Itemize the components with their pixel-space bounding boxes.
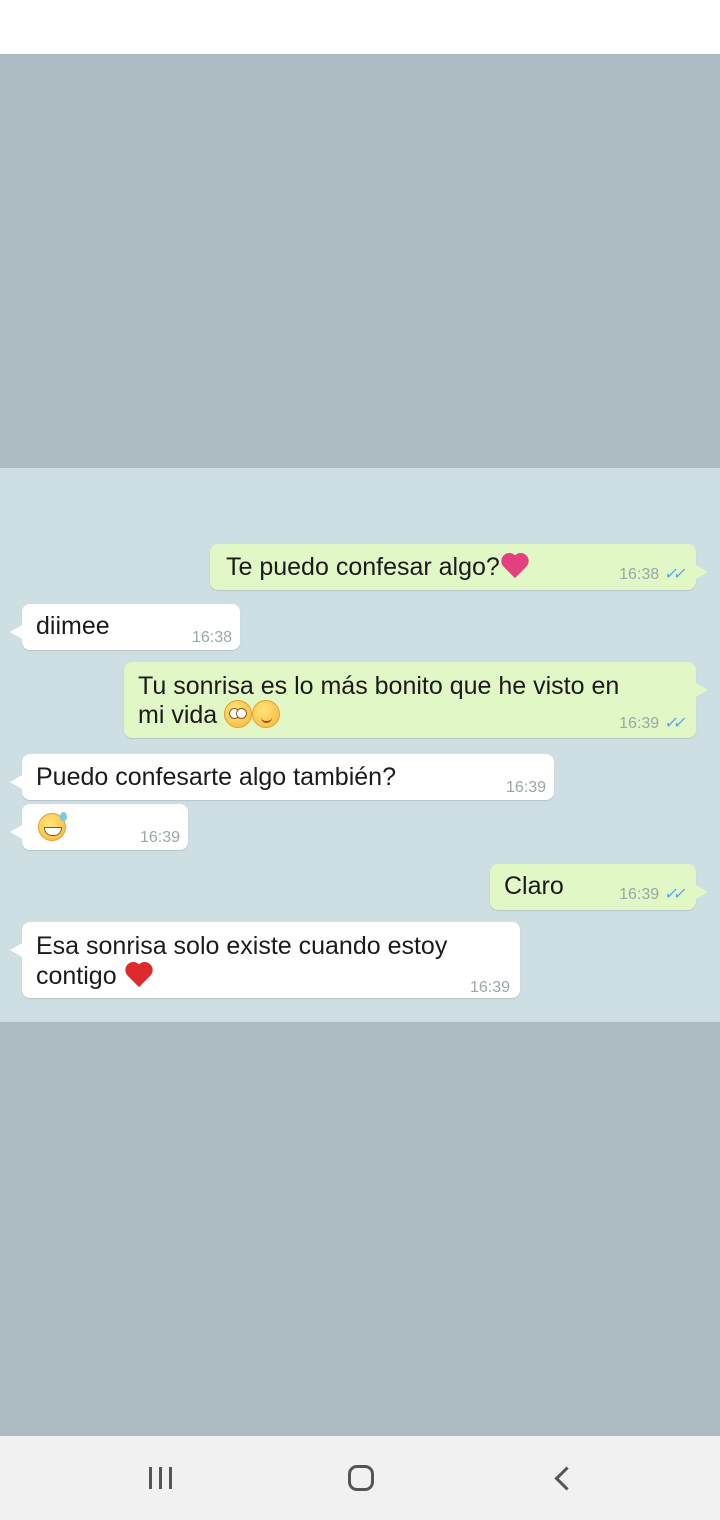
image-top-margin	[0, 54, 720, 468]
message-time: 16:39	[619, 715, 660, 732]
recents-icon	[148, 1467, 172, 1489]
home-button[interactable]	[331, 1456, 391, 1500]
message-time: 16:38	[619, 566, 660, 583]
message-time: 16:39	[505, 779, 546, 796]
double-check-icon: ✓✓	[663, 715, 684, 732]
chat-screenshot: Te puedo confesar algo? 16:38 ✓✓ diimee …	[0, 468, 720, 1022]
message-text: diimee	[36, 612, 110, 640]
message-text: Te puedo confesar algo?	[226, 553, 500, 581]
red-heart-icon	[124, 961, 154, 989]
message-outgoing[interactable]: Te puedo confesar algo? 16:38 ✓✓	[210, 544, 708, 590]
message-outgoing[interactable]: Claro 16:39 ✓✓	[490, 864, 708, 910]
recents-button[interactable]	[130, 1456, 190, 1500]
message-time: 16:39	[139, 829, 180, 846]
back-button[interactable]	[532, 1456, 592, 1500]
message-incoming[interactable]: diimee 16:38	[10, 604, 240, 650]
status-bar	[0, 0, 720, 54]
relieved-face-icon	[252, 700, 281, 728]
message-text: Puedo confesarte algo también?	[36, 763, 396, 791]
navigation-bar	[0, 1436, 720, 1520]
message-time: 16:39	[469, 979, 510, 996]
message-incoming[interactable]: Puedo confesarte algo también? 16:39	[10, 754, 554, 800]
message-text-line: contigo	[36, 962, 117, 990]
back-icon	[553, 1465, 579, 1491]
message-incoming[interactable]: 16:39	[10, 804, 188, 850]
message-text-line: Tu sonrisa es lo más bonito que he visto…	[138, 672, 620, 700]
message-outgoing[interactable]: Tu sonrisa es lo más bonito que he visto…	[124, 662, 708, 738]
home-icon	[348, 1465, 374, 1491]
message-text-line: Esa sonrisa solo existe cuando estoy	[36, 932, 448, 960]
message-text: Claro	[504, 872, 564, 900]
double-check-icon: ✓✓	[663, 566, 684, 583]
message-text-line: mi vida	[138, 701, 218, 729]
flushed-face-icon	[224, 700, 253, 728]
double-check-icon: ✓✓	[663, 886, 684, 903]
image-bottom-margin	[0, 1022, 720, 1436]
pink-heart-icon	[500, 552, 530, 580]
message-time: 16:38	[191, 629, 232, 646]
grinning-sweat-face-icon	[38, 812, 67, 841]
message-time: 16:39	[619, 886, 660, 903]
message-incoming[interactable]: Esa sonrisa solo existe cuando estoy con…	[10, 922, 520, 998]
